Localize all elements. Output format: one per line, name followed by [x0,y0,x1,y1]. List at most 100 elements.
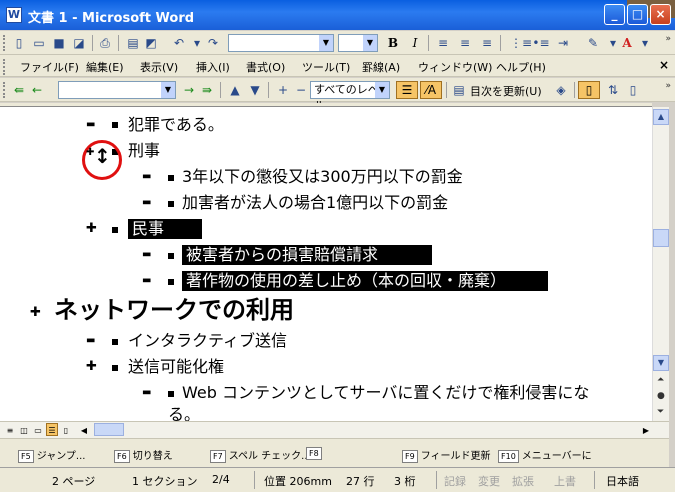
collapse-subdocuments-icon[interactable]: ⇅ [604,81,622,99]
fkey-f8[interactable]: F8 [306,447,325,460]
toolbar-grip[interactable] [3,35,6,51]
word-app-icon[interactable]: W [6,7,22,23]
update-toc-button[interactable]: 目次を更新(U) [470,83,542,99]
web-layout-icon[interactable]: ◫ [18,423,30,436]
collapse-icon[interactable]: − [292,81,310,99]
next-page-icon[interactable]: ⏷ [657,407,664,417]
menu-insert[interactable]: 挿入(I) [196,59,230,75]
menu-view[interactable]: 表示(V) [140,59,178,75]
create-subdocument-icon[interactable]: ▯ [624,81,642,99]
scroll-right-icon[interactable]: ▶ [640,423,652,436]
chevron-down-icon[interactable]: ▼ [319,35,333,51]
format-painter-icon[interactable]: ◩ [142,34,160,52]
menubar-grip[interactable] [3,59,6,75]
paste-icon[interactable]: ▤ [124,34,142,52]
toolbar-options-icon[interactable]: » [665,81,671,91]
expand-plus-icon[interactable]: ✚ [86,147,94,158]
demote-icon[interactable]: → [180,81,198,99]
status-rec[interactable]: 記録 [444,473,466,489]
align-center-icon[interactable]: ≡ [456,34,474,52]
font-name-combo[interactable]: ▼ [228,34,334,52]
redo-icon[interactable]: ↷ [204,34,222,52]
update-toc-icon[interactable]: ▤ [450,81,468,99]
show-level-select[interactable]: すべてのレベル ▼ [310,81,390,112]
outline-level-combo[interactable]: ▼ [58,81,176,99]
scroll-down-icon[interactable]: ▼ [653,355,669,371]
fkey-text: 切り替え [132,451,173,462]
show-formatting-icon[interactable]: ⁄A [420,81,442,99]
scroll-left-icon[interactable]: ◀ [78,423,90,436]
fkey-f7[interactable]: F7 スペル チェック... [210,447,311,463]
horizontal-scrollbar[interactable]: ≡ ◫ ▭ ☰ ▯ ◀ ▶ [0,421,669,438]
outline-view-icon[interactable]: ☰ [46,423,58,436]
menu-file[interactable]: ファイル(F) [20,59,79,75]
bold-button[interactable]: B [384,34,402,52]
print-layout-icon[interactable]: ▭ [32,423,44,436]
chevron-down-icon[interactable]: ▼ [375,82,389,98]
status-line: 27 行 [346,475,375,488]
toolbar-separator [92,35,93,51]
align-left-icon[interactable]: ≡ [434,34,452,52]
expand-icon[interactable]: + [274,81,292,99]
close-button[interactable]: × [650,4,671,25]
toolbar-options-icon[interactable]: » [665,34,671,44]
normal-view-icon[interactable]: ≡ [4,423,16,436]
scroll-thumb[interactable] [653,229,669,247]
italic-button[interactable]: I [406,34,424,52]
new-document-icon[interactable]: ▯ [10,34,28,52]
scroll-up-icon[interactable]: ▲ [653,109,669,125]
expand-plus-icon[interactable]: ✚ [30,305,41,320]
horizontal-scroll-thumb[interactable] [94,423,124,436]
demote-to-body-icon[interactable]: ⇛ [198,81,216,99]
open-folder-icon[interactable]: ▭ [30,34,48,52]
master-document-view-icon[interactable]: ▯ [578,81,600,99]
save-icon[interactable]: ■ [50,34,68,52]
outline-body-icon: ▬ [142,249,152,260]
permission-icon[interactable]: ◪ [70,34,88,52]
fkey-f10[interactable]: F10 メニューバーに [498,447,592,463]
close-document-icon[interactable]: × [659,58,669,72]
outline-text: 著作物の使用の差し止め（本の回収・廃棄） [182,271,548,291]
fkey-f6[interactable]: F6 切り替え [114,447,173,463]
numbering-icon[interactable]: ⋮≡ [510,34,532,52]
font-color-dropdown-icon[interactable]: ▾ [636,34,654,52]
chevron-down-icon[interactable]: ▼ [363,35,377,51]
promote-to-heading-icon[interactable]: ⇚ [10,81,28,99]
align-right-icon[interactable]: ≡ [478,34,496,52]
maximize-button[interactable]: □ [627,4,648,25]
menu-table[interactable]: 罫線(A) [362,59,400,75]
toolbar-grip[interactable] [3,82,6,98]
show-first-line-only-icon[interactable]: ☰ [396,81,418,99]
font-color-button[interactable]: A [618,34,636,52]
fkey-f9[interactable]: F9 フィールド更新 [402,447,491,463]
reading-layout-icon[interactable]: ▯ [60,423,72,436]
menu-edit[interactable]: 編集(E) [86,59,124,75]
font-size-combo[interactable]: ▼ [338,34,378,52]
menu-bar: ファイル(F) 編集(E) 表示(V) 挿入(I) 書式(O) ツール(T) 罫… [0,55,675,77]
status-ovr[interactable]: 上書 [554,473,576,489]
menu-format[interactable]: 書式(O) [246,59,285,75]
move-up-icon[interactable]: ▲ [226,81,244,99]
previous-page-icon[interactable]: ⏶ [657,375,664,385]
undo-icon[interactable]: ↶ [170,34,188,52]
print-icon[interactable]: ⎙ [96,34,114,52]
vertical-scrollbar[interactable]: ▲ ▼ ⏶ ● ⏷ [652,107,669,421]
menu-help[interactable]: ヘルプ(H) [496,59,546,75]
expand-plus-icon[interactable]: ✚ [86,359,97,374]
chevron-down-icon[interactable]: ▼ [161,82,175,98]
menu-tools[interactable]: ツール(T) [302,59,350,75]
menu-window[interactable]: ウィンドウ(W) [418,59,492,75]
fkey-f5[interactable]: F5 ジャンプ... [18,447,85,463]
status-trk[interactable]: 変更 [478,473,500,489]
minimize-button[interactable]: _ [604,4,625,25]
document-area[interactable]: ▬ 犯罪である。 刑事 ↕ ✚ ▬ 3年以下の懲役又は300万円以下の罰金 ▬ … [0,107,652,421]
move-down-icon[interactable]: ▼ [246,81,264,99]
promote-icon[interactable]: ← [28,81,46,99]
indent-icon[interactable]: ⇥ [554,34,572,52]
bullets-icon[interactable]: •≡ [532,34,550,52]
highlight-icon[interactable]: ✎ [584,34,602,52]
status-ext[interactable]: 拡張 [512,473,534,489]
go-to-toc-icon[interactable]: ◈ [552,81,570,99]
select-browse-object-icon[interactable]: ● [657,391,665,401]
expand-plus-icon[interactable]: ✚ [86,221,97,236]
